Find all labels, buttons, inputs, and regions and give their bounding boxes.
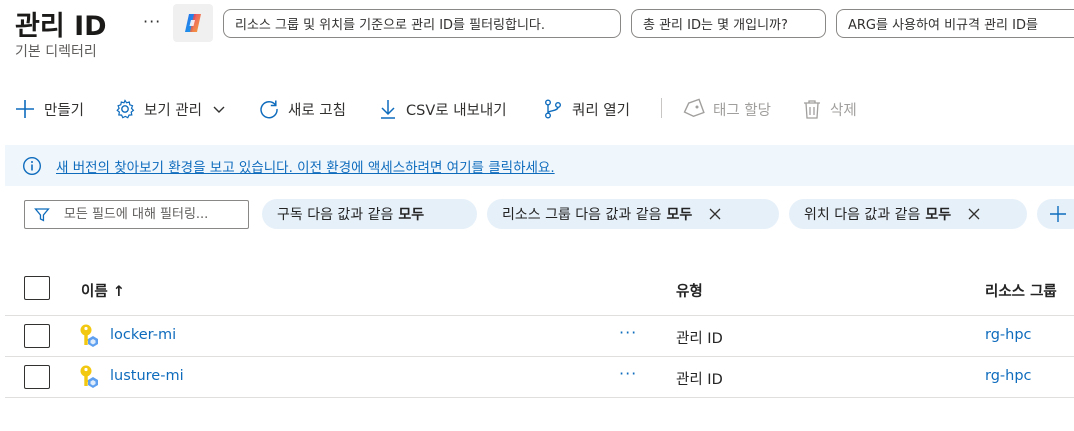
old-experience-link[interactable]: 새 버전의 찾아보기 환경을 보고 있습니다. 이전 환경에 액세스하려면 여기… — [56, 156, 555, 176]
resource-group-link[interactable]: rg-hpc — [985, 327, 1032, 343]
row-checkbox[interactable] — [24, 365, 50, 389]
tag-icon — [683, 98, 705, 118]
download-icon — [381, 100, 395, 119]
add-filter-button[interactable] — [1037, 199, 1074, 229]
remove-filter-button[interactable] — [708, 207, 722, 221]
filter-pill-subscription[interactable]: 구독 다음 값과 같음 모두 — [262, 199, 477, 229]
row-checkbox[interactable] — [24, 324, 50, 348]
open-query-button[interactable]: 쿼리 열기 — [542, 90, 630, 128]
identity-type: 관리 ID — [676, 372, 723, 388]
filter-pill-label: 구독 다음 값과 같음 — [277, 207, 394, 223]
select-all-checkbox[interactable] — [24, 276, 50, 300]
toolbar-divider — [661, 98, 662, 118]
query-icon — [545, 99, 561, 119]
copilot-button[interactable] — [173, 4, 213, 42]
info-banner: 새 버전의 찾아보기 환경을 보고 있습니다. 이전 환경에 액세스하려면 여기… — [5, 145, 1074, 186]
column-header-name[interactable]: 이름 ↑ — [81, 280, 125, 301]
manage-view-button[interactable]: 보기 관리 — [114, 90, 234, 128]
column-header-type[interactable]: 유형 — [676, 280, 703, 301]
resource-group-link[interactable]: rg-hpc — [985, 368, 1032, 384]
page-header: 관리 ID 기본 디렉터리 ··· 리소스 그룹 및 위치를 기준으로 관리 I… — [0, 0, 1074, 64]
remove-filter-button[interactable] — [967, 207, 981, 221]
manage-view-label: 보기 관리 — [144, 102, 202, 119]
create-button[interactable]: 만들기 — [14, 90, 84, 128]
copilot-icon — [185, 14, 201, 32]
export-csv-label: CSV로 내보내기 — [406, 102, 507, 119]
filter-pill-resource-group[interactable]: 리소스 그룹 다음 값과 같음 모두 — [487, 199, 779, 229]
suggestion-chip-filter[interactable]: 리소스 그룹 및 위치를 기준으로 관리 ID를 필터링합니다. — [223, 9, 621, 38]
info-icon — [22, 156, 42, 175]
assign-tags-button[interactable]: 태그 할당 — [681, 90, 771, 128]
export-csv-button[interactable]: CSV로 내보내기 — [378, 90, 507, 128]
plus-icon — [1050, 206, 1066, 222]
table-row: locker-mi ··· 관리 ID rg-hpc — [5, 316, 1074, 357]
trash-icon — [804, 100, 820, 119]
filter-pill-label: 위치 다음 값과 같음 — [804, 207, 921, 223]
open-query-label: 쿼리 열기 — [572, 102, 630, 119]
chevron-down-icon — [213, 106, 225, 113]
column-header-resource-group[interactable]: 리소스 그룹 — [985, 280, 1057, 301]
identity-name-link[interactable]: locker-mi — [110, 327, 176, 343]
table-row: lusture-mi ··· 관리 ID rg-hpc — [5, 357, 1074, 398]
row-more-button[interactable]: ··· — [619, 323, 637, 342]
delete-label: 삭제 — [830, 102, 857, 119]
identity-name-link[interactable]: lusture-mi — [110, 368, 184, 384]
delete-button[interactable]: 삭제 — [802, 90, 857, 128]
managed-identity-icon — [80, 324, 98, 347]
command-bar: 만들기 보기 관리 새로 고침 CSV로 내보내기 쿼리 열기 태그 할당 삭제 — [0, 90, 1074, 128]
create-label: 만들기 — [44, 102, 85, 119]
filter-bar: 구독 다음 값과 같음 모두 리소스 그룹 다음 값과 같음 모두 위치 다음 … — [0, 196, 1074, 232]
managed-identity-icon — [80, 365, 98, 388]
page-title: 관리 ID — [15, 11, 107, 42]
close-icon — [709, 208, 721, 220]
gear-icon — [116, 99, 135, 119]
row-more-button[interactable]: ··· — [619, 364, 637, 383]
filter-icon — [34, 207, 50, 222]
more-options-button[interactable]: ··· — [143, 12, 161, 31]
filter-pill-value: 모두 — [666, 207, 693, 223]
resource-grid: 이름 ↑ 유형 리소스 그룹 locker-mi ··· 관리 ID rg-hp… — [5, 268, 1074, 398]
refresh-icon — [260, 100, 278, 119]
filter-search-input[interactable] — [63, 207, 248, 222]
assign-tags-label: 태그 할당 — [713, 102, 771, 119]
filter-pill-value: 모두 — [398, 207, 425, 223]
grid-header-row: 이름 ↑ 유형 리소스 그룹 — [5, 268, 1074, 316]
filter-pill-value: 모두 — [925, 207, 952, 223]
filter-pill-location[interactable]: 위치 다음 값과 같음 모두 — [789, 199, 1027, 229]
plus-icon — [16, 100, 34, 118]
suggestion-chip-arg[interactable]: ARG를 사용하여 비규격 관리 ID를 — [836, 9, 1074, 38]
close-icon — [968, 208, 980, 220]
refresh-button[interactable]: 새로 고침 — [258, 90, 346, 128]
identity-type: 관리 ID — [676, 331, 723, 347]
filter-search-box[interactable] — [24, 200, 249, 229]
page-subtitle: 기본 디렉터리 — [15, 44, 97, 60]
refresh-label: 새로 고침 — [288, 102, 346, 119]
suggestion-chip-count[interactable]: 총 관리 ID는 몇 개입니까? — [631, 9, 826, 38]
filter-pill-label: 리소스 그룹 다음 값과 같음 — [502, 207, 662, 223]
